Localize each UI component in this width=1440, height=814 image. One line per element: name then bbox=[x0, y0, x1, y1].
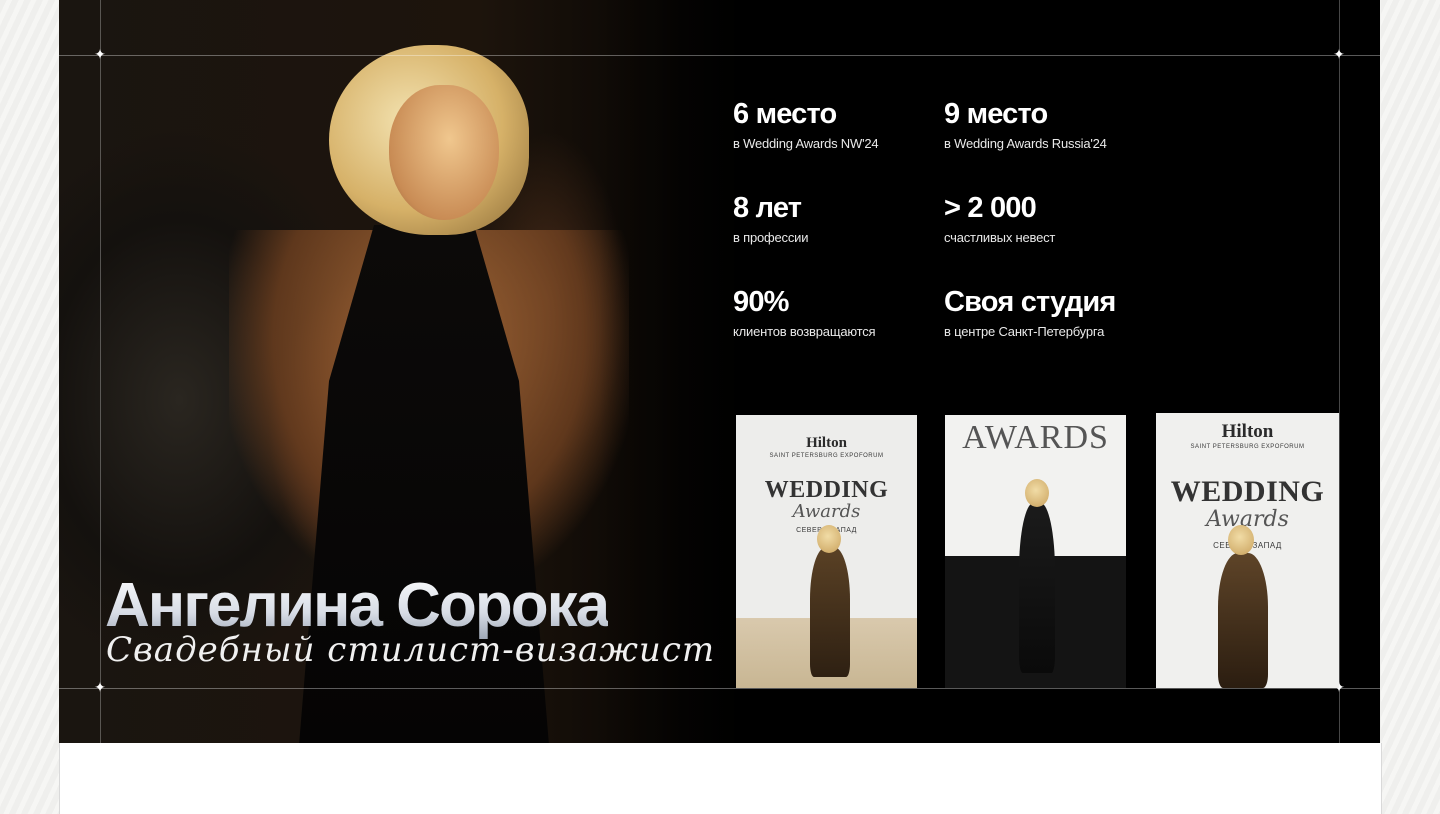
photo-person bbox=[1019, 503, 1055, 673]
guide-line-bottom bbox=[59, 688, 1380, 689]
photo-headline: AWARDS bbox=[962, 419, 1109, 456]
stat-value: Своя студия bbox=[944, 286, 1116, 318]
stat-item: 6 место в Wedding Awards NW'24 bbox=[733, 98, 879, 152]
star-icon: ✦ bbox=[94, 47, 106, 63]
stat-caption: клиентов возвращаются bbox=[733, 324, 876, 339]
hero-section: ✦ ✦ ✦ ✦ Ангелина Сорока Свадебный стилис… bbox=[59, 0, 1380, 743]
photo-script-text: Awards bbox=[792, 501, 861, 522]
photo-headline: WEDDING bbox=[764, 477, 889, 503]
stat-caption: в центре Санкт-Петербурга bbox=[944, 324, 1105, 339]
photo-brand-subtext: SAINT PETERSBURG EXPOFORUM bbox=[1190, 444, 1305, 450]
stat-item: 90% клиентов возвращаются bbox=[733, 286, 876, 340]
photo-brand-text: Hilton bbox=[1221, 421, 1274, 442]
stat-value: 90% bbox=[733, 286, 789, 318]
stat-caption: в профессии bbox=[733, 230, 809, 245]
guide-line-right bbox=[1339, 0, 1340, 743]
page-texture-left bbox=[0, 0, 59, 814]
page-texture-right bbox=[1381, 0, 1440, 814]
stat-item: Своя студия в центре Санкт-Петербурга bbox=[944, 286, 1116, 340]
guide-line-left bbox=[100, 0, 101, 743]
photo-person-head bbox=[1228, 525, 1254, 555]
photo-brand-subtext: SAINT PETERSBURG EXPOFORUM bbox=[769, 453, 884, 459]
next-section-panel bbox=[59, 743, 1382, 814]
stat-value: 8 лет bbox=[733, 192, 802, 224]
stat-value: 6 место bbox=[733, 98, 837, 130]
photo-person bbox=[810, 547, 850, 677]
stat-item: 9 место в Wedding Awards Russia'24 bbox=[944, 98, 1107, 152]
stat-caption: в Wedding Awards NW'24 bbox=[733, 136, 879, 151]
stat-value: > 2 000 bbox=[944, 192, 1037, 224]
stat-item: 8 лет в профессии bbox=[733, 192, 808, 246]
photo-person-head bbox=[817, 525, 841, 553]
stat-item: > 2 000 счастливых невест bbox=[944, 192, 1055, 246]
photo-person bbox=[1218, 553, 1268, 688]
gallery-photo[interactable]: AWARDS bbox=[945, 415, 1126, 688]
gallery-photo[interactable]: Hilton SAINT PETERSBURG EXPOFORUM WEDDIN… bbox=[1156, 413, 1339, 688]
photo-person-head bbox=[1025, 479, 1049, 507]
stylist-title: Свадебный стилист-визажист bbox=[106, 630, 716, 670]
portrait-face bbox=[389, 85, 499, 220]
photo-brand-text: Hilton bbox=[806, 435, 847, 451]
stat-caption: счастливых невест bbox=[944, 230, 1056, 245]
star-icon: ✦ bbox=[1333, 47, 1345, 63]
stat-value: 9 место bbox=[944, 98, 1048, 130]
star-icon: ✦ bbox=[94, 680, 106, 696]
stat-caption: в Wedding Awards Russia'24 bbox=[944, 136, 1107, 151]
gallery-photo[interactable]: Hilton SAINT PETERSBURG EXPOFORUM WEDDIN… bbox=[736, 415, 917, 688]
guide-line-top bbox=[59, 55, 1380, 56]
photo-headline: WEDDING bbox=[1170, 475, 1325, 508]
